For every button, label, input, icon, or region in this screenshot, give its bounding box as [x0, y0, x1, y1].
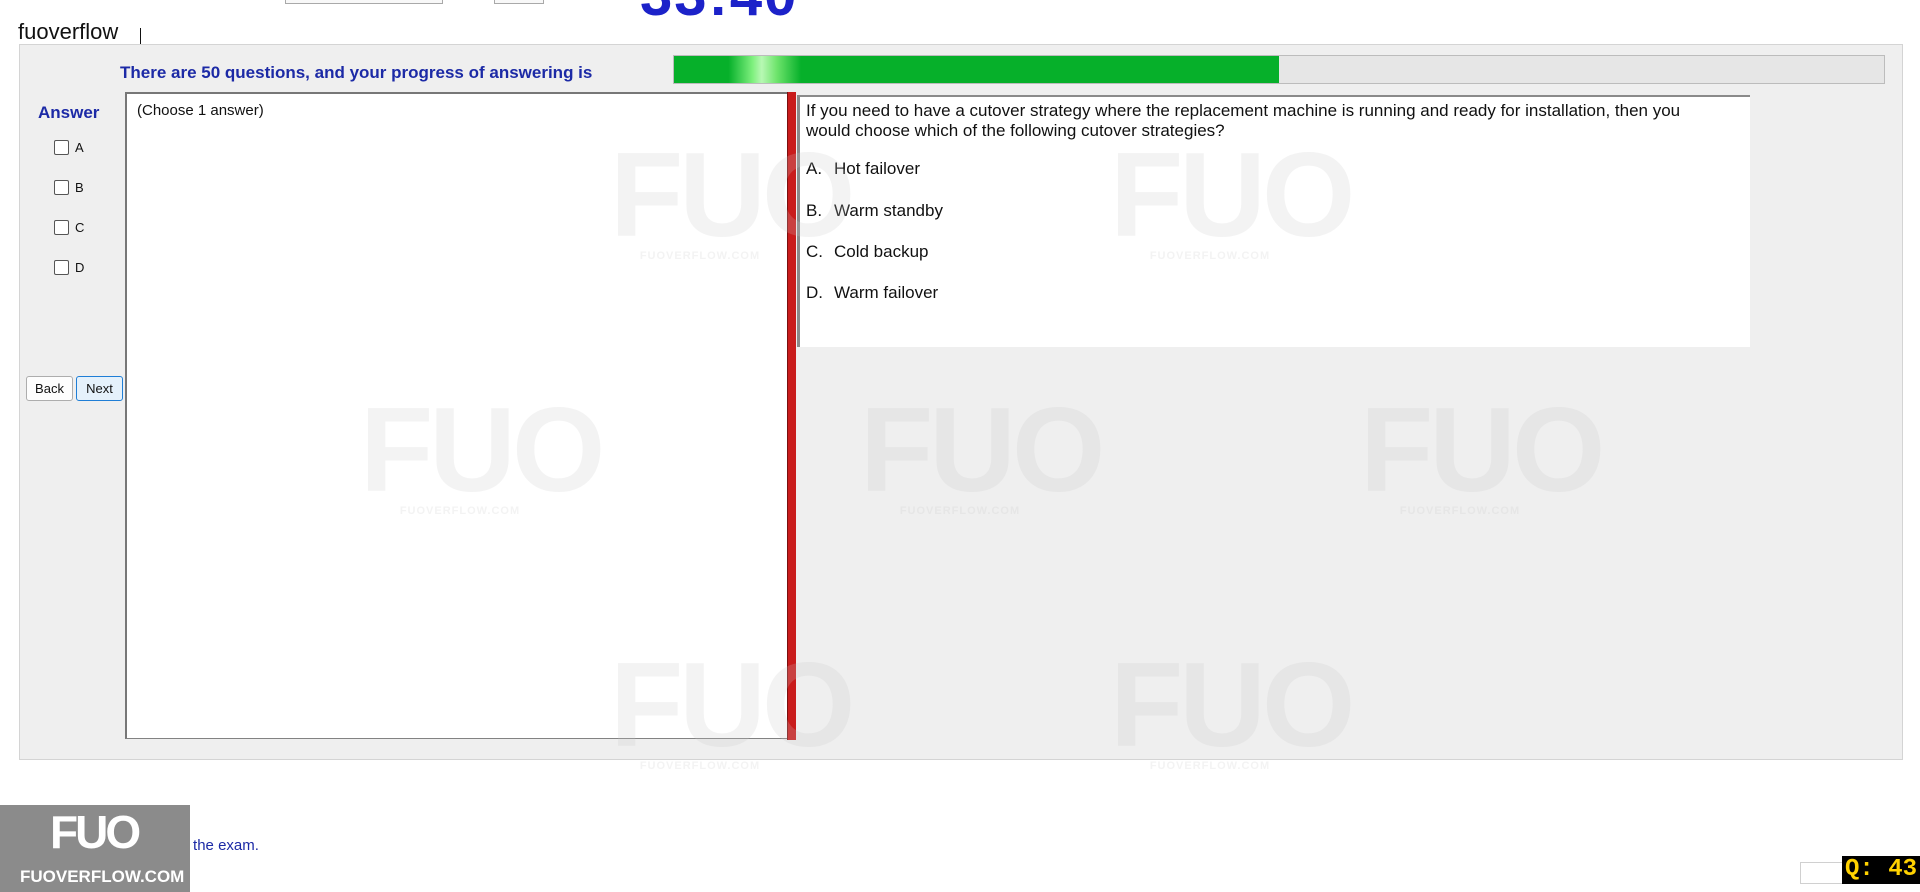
question-text: If you need to have a cutover strategy w… [806, 101, 1681, 140]
logo-mark: FUO [50, 806, 141, 858]
question-counter: Q: 43 [1842, 856, 1920, 884]
answer-option-label: C [75, 220, 85, 235]
progress-bar-fill [674, 56, 1279, 83]
checkbox[interactable] [54, 180, 69, 195]
next-button[interactable]: Next [76, 376, 123, 401]
progress-bar [673, 55, 1885, 84]
logo-text: FUOVERFLOW.COM [20, 867, 185, 886]
choice-text: Warm standby [834, 201, 943, 220]
checkbox[interactable] [54, 220, 69, 235]
answer-heading: Answer [38, 103, 100, 122]
question-choice-c: C. Cold backup [806, 242, 929, 262]
choice-letter: C. [806, 242, 823, 261]
top-field-partial [285, 0, 443, 4]
answer-option-b[interactable]: B [54, 180, 84, 195]
choice-letter: D. [806, 283, 823, 302]
top-button-partial [494, 0, 544, 4]
choice-text: Cold backup [834, 242, 929, 261]
progress-label: There are 50 questions, and your progres… [120, 63, 593, 82]
choice-letter: B. [806, 201, 823, 220]
question-choice-d: D. Warm failover [806, 283, 938, 303]
answer-option-a[interactable]: A [54, 140, 84, 155]
answer-option-label: B [75, 180, 84, 195]
question-choice-b: B. Warm standby [806, 201, 943, 221]
pane-splitter[interactable] [787, 92, 796, 740]
exam-timer: 33:40 [640, 0, 798, 29]
back-button[interactable]: Back [26, 376, 73, 401]
choice-text: Warm failover [834, 283, 939, 302]
text-caret [140, 28, 141, 44]
checkbox[interactable] [54, 260, 69, 275]
question-box: If you need to have a cutover strategy w… [797, 95, 1750, 347]
choice-text: Hot failover [834, 159, 920, 178]
answer-option-d[interactable]: D [54, 260, 84, 275]
choice-letter: A. [806, 159, 823, 178]
answer-option-c[interactable]: C [54, 220, 84, 235]
brand-text: fuoverflow [18, 19, 119, 44]
question-choice-a: A. Hot failover [806, 159, 920, 179]
fuoverflow-logo: FUO FUOVERFLOW.COM [0, 805, 190, 892]
checkbox[interactable] [54, 140, 69, 155]
choose-instruction: (Choose 1 answer) [137, 102, 264, 119]
answer-option-label: D [75, 260, 85, 275]
answer-option-label: A [75, 140, 84, 155]
answer-pane: (Choose 1 answer) [125, 92, 789, 739]
